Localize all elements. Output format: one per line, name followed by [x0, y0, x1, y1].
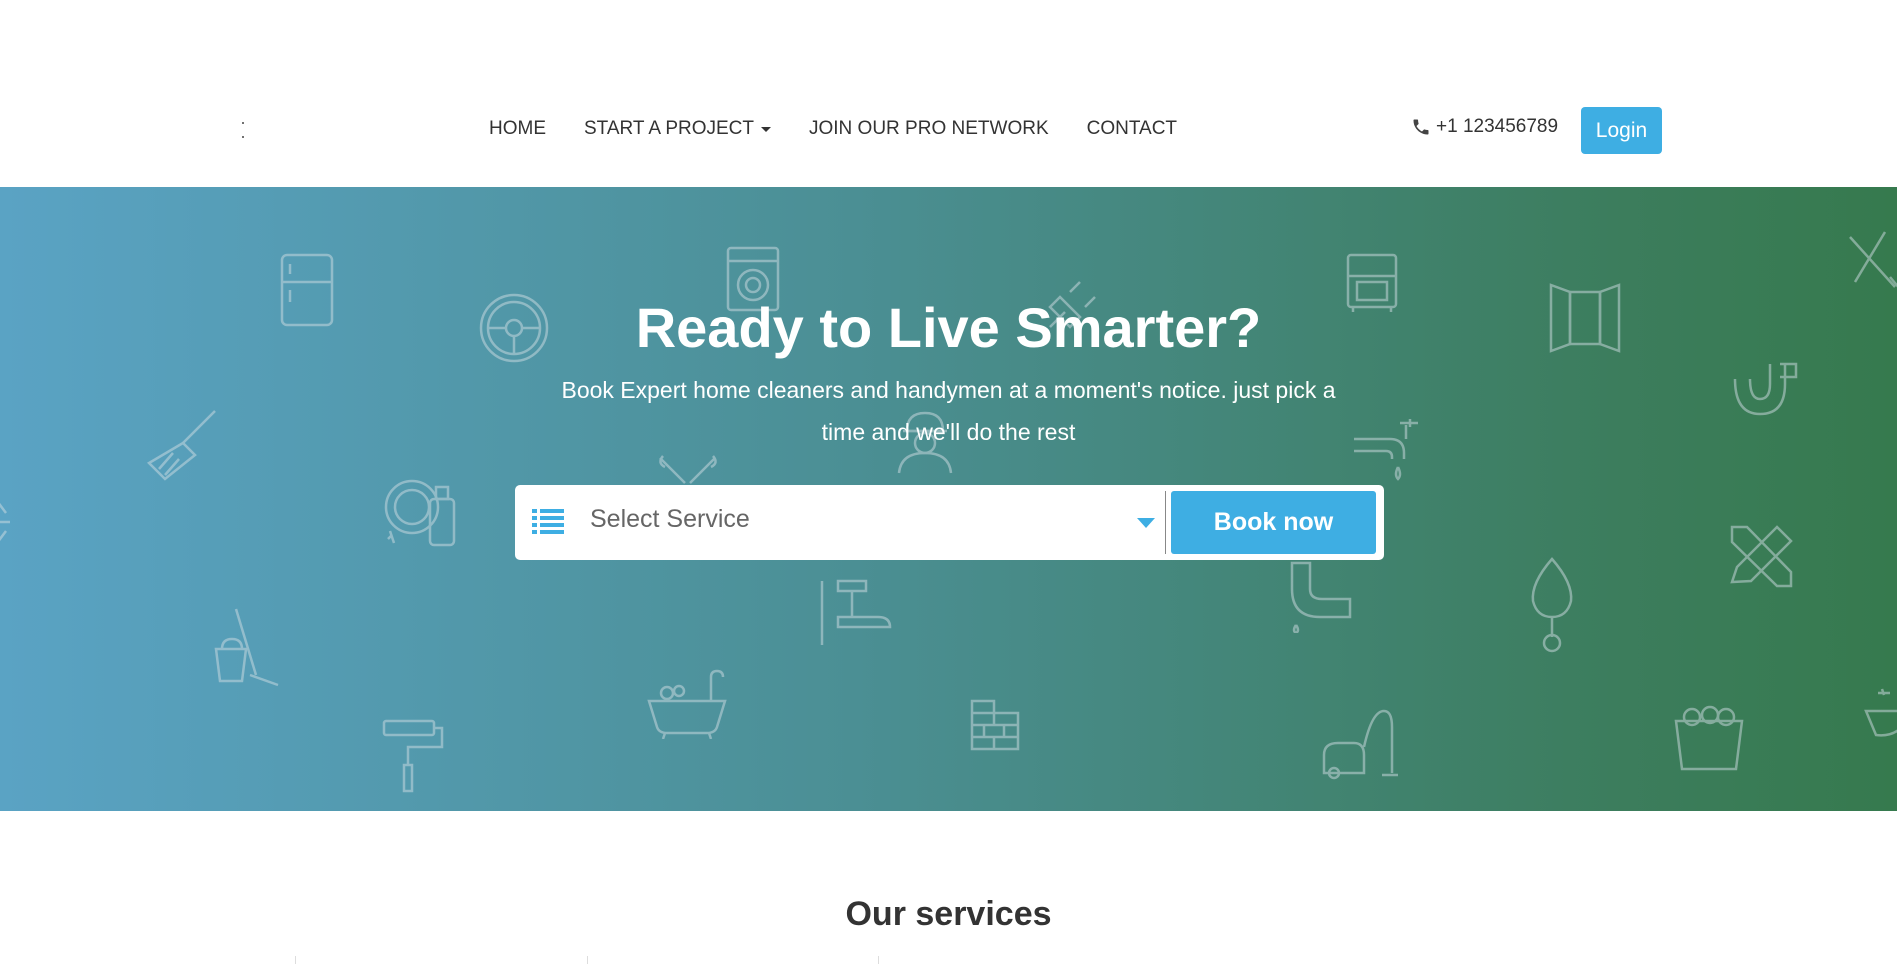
service-card-edge — [295, 956, 296, 964]
pencil-ruler-icon — [1727, 522, 1797, 592]
services-title: Our services — [845, 895, 1052, 933]
nav-contact[interactable]: CONTACT — [1087, 118, 1177, 140]
phone-icon — [1413, 119, 1429, 135]
tools-icon — [1845, 227, 1897, 297]
phone-contact[interactable]: +1 123456789 — [1411, 116, 1558, 138]
service-card-edge — [587, 956, 588, 964]
hero-title: Ready to Live Smarter? — [635, 296, 1262, 359]
toilet-icon — [1862, 687, 1897, 747]
bucket-icon — [1672, 705, 1746, 773]
pipe-elbow-icon — [1282, 559, 1354, 633]
nav-start-a-project[interactable]: START A PROJECT — [584, 118, 771, 140]
main-nav: HOME START A PROJECT JOIN OUR PRO NETWOR… — [470, 114, 1196, 144]
hero-section: Ready to Live Smarter? Book Expert home … — [0, 187, 1897, 811]
divider — [1165, 491, 1166, 554]
vacuum-icon — [1320, 707, 1400, 781]
trowel-icon — [1527, 555, 1577, 653]
hero-subtitle: Book Expert home cleaners and handymen a… — [561, 377, 1336, 445]
login-button[interactable]: Login — [1581, 107, 1662, 154]
service-card-edge — [878, 956, 879, 964]
dish-soap-icon — [380, 469, 460, 549]
faucet-icon — [1350, 415, 1422, 485]
pipe-icon — [1730, 359, 1800, 419]
mop-bucket-icon — [212, 605, 282, 689]
nav-join-pro-network[interactable]: JOIN OUR PRO NETWORK — [809, 118, 1049, 140]
bug-icon — [0, 487, 16, 557]
caret-down-icon — [761, 126, 771, 132]
paint-roller-icon — [380, 717, 446, 793]
bathtub-icon — [647, 667, 727, 739]
broom-icon — [145, 407, 221, 483]
phone-number: +1 123456789 — [1436, 116, 1559, 137]
booking-form: Select Service Book now — [515, 485, 1384, 560]
hammer-icon — [818, 577, 894, 647]
bricks-icon — [968, 697, 1022, 753]
site-header: HOME START A PROJECT JOIN OUR PRO NETWOR… — [0, 0, 1897, 187]
service-select[interactable]: Select Service — [590, 505, 750, 534]
logo[interactable] — [240, 120, 246, 142]
nav-home[interactable]: HOME — [489, 118, 546, 140]
caret-down-icon[interactable] — [1137, 518, 1155, 528]
book-now-button[interactable]: Book now — [1171, 491, 1376, 554]
list-icon — [532, 509, 564, 534]
